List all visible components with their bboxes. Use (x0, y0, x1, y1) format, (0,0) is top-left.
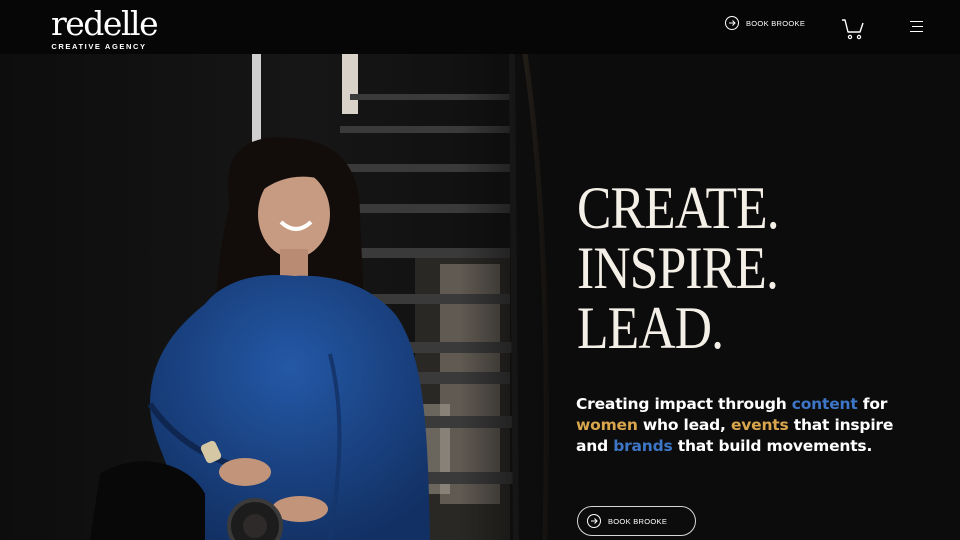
tagline-text: who lead, (637, 416, 731, 434)
highlight-women: women (576, 416, 638, 434)
header-book-button[interactable]: BOOK BROOKE (725, 15, 805, 31)
tagline-text: for (857, 395, 888, 413)
tagline-text: Creating impact through (576, 395, 792, 413)
cart-icon[interactable] (841, 17, 865, 41)
header-book-label: BOOK BROOKE (746, 18, 806, 28)
highlight-events: events (730, 416, 789, 434)
headline-line-2: INSPIRE. (577, 235, 779, 301)
logo-tagline: CREATIVE AGENCY (51, 42, 147, 51)
book-brooke-label: BOOK BROOKE (608, 516, 668, 526)
headline-line-1: CREATE. (577, 175, 780, 241)
hero-section: CREATE. INSPIRE. LEAD. Creating impact t… (0, 54, 960, 540)
hero-headline: CREATE. INSPIRE. LEAD. (577, 178, 835, 358)
arrow-circle-icon (725, 16, 739, 30)
highlight-content: content (791, 395, 858, 413)
hamburger-menu-icon[interactable] (910, 21, 925, 34)
logo[interactable]: redelle CREATIVE AGENCY (51, 4, 159, 52)
headline-line-3: LEAD. (577, 295, 724, 361)
arrow-circle-icon (587, 514, 601, 528)
hero-tagline: Creating impact through content for wome… (576, 394, 896, 457)
tagline-text: that build movements. (672, 437, 873, 455)
book-brooke-button[interactable]: BOOK BROOKE (577, 506, 696, 536)
highlight-brands: brands (613, 437, 673, 455)
site-header: redelle CREATIVE AGENCY BOOK BROOKE (0, 0, 960, 54)
hero-photo (0, 54, 560, 540)
logo-wordmark: redelle (51, 4, 159, 43)
